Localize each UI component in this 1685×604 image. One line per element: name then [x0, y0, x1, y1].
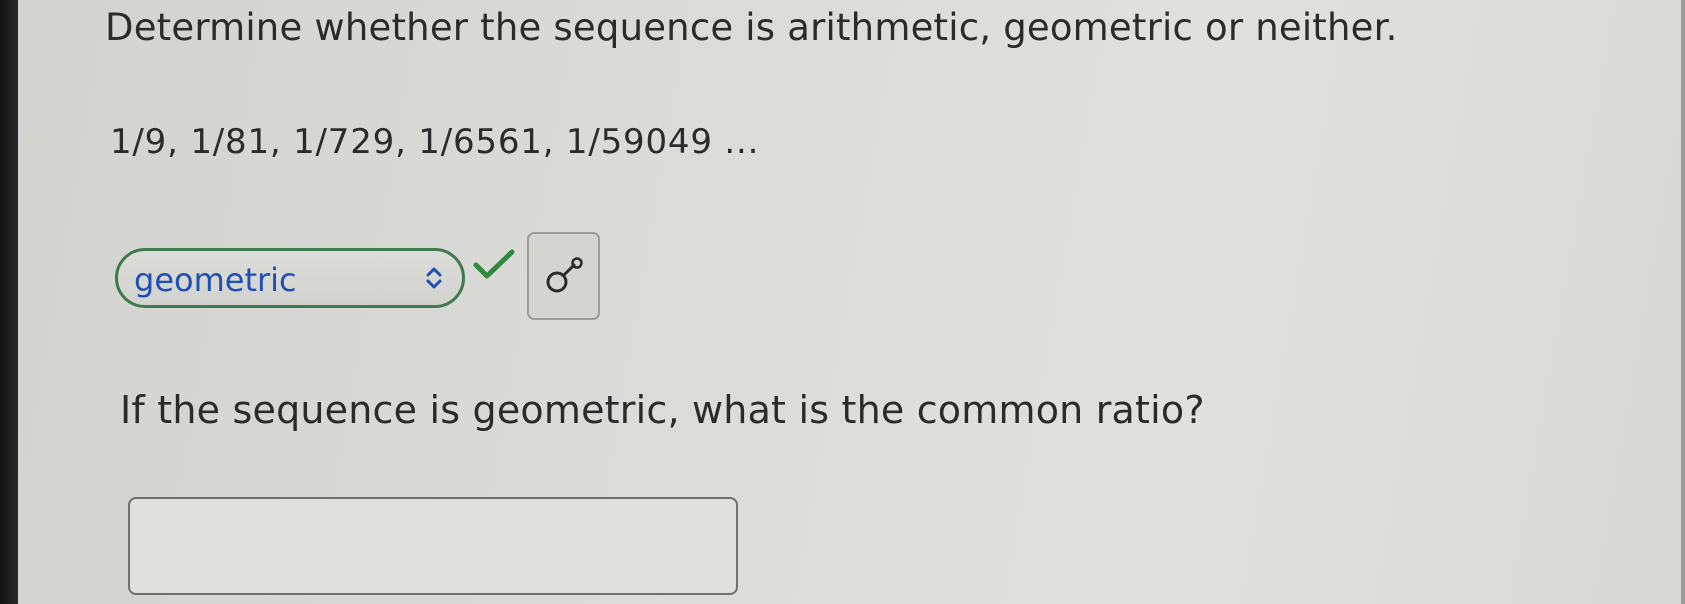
screen-bezel: [0, 0, 18, 604]
chevron-up-down-icon: [426, 267, 442, 289]
check-icon: [473, 249, 515, 279]
math-tool-icon: [546, 257, 583, 293]
instruction-text: Determine whether the sequence is arithm…: [105, 6, 1398, 49]
sequence-type-select[interactable]: geometric: [115, 248, 465, 308]
common-ratio-question: If the sequence is geometric, what is th…: [120, 388, 1205, 432]
math-tool-button[interactable]: [527, 232, 600, 320]
screen: Determine whether the sequence is arithm…: [0, 0, 1685, 604]
sequence-text: 1/9, 1/81, 1/729, 1/6561, 1/59049 ...: [110, 122, 760, 162]
common-ratio-input[interactable]: [128, 497, 738, 595]
selected-option: geometric: [134, 261, 297, 299]
screen-edge: [1681, 0, 1685, 604]
